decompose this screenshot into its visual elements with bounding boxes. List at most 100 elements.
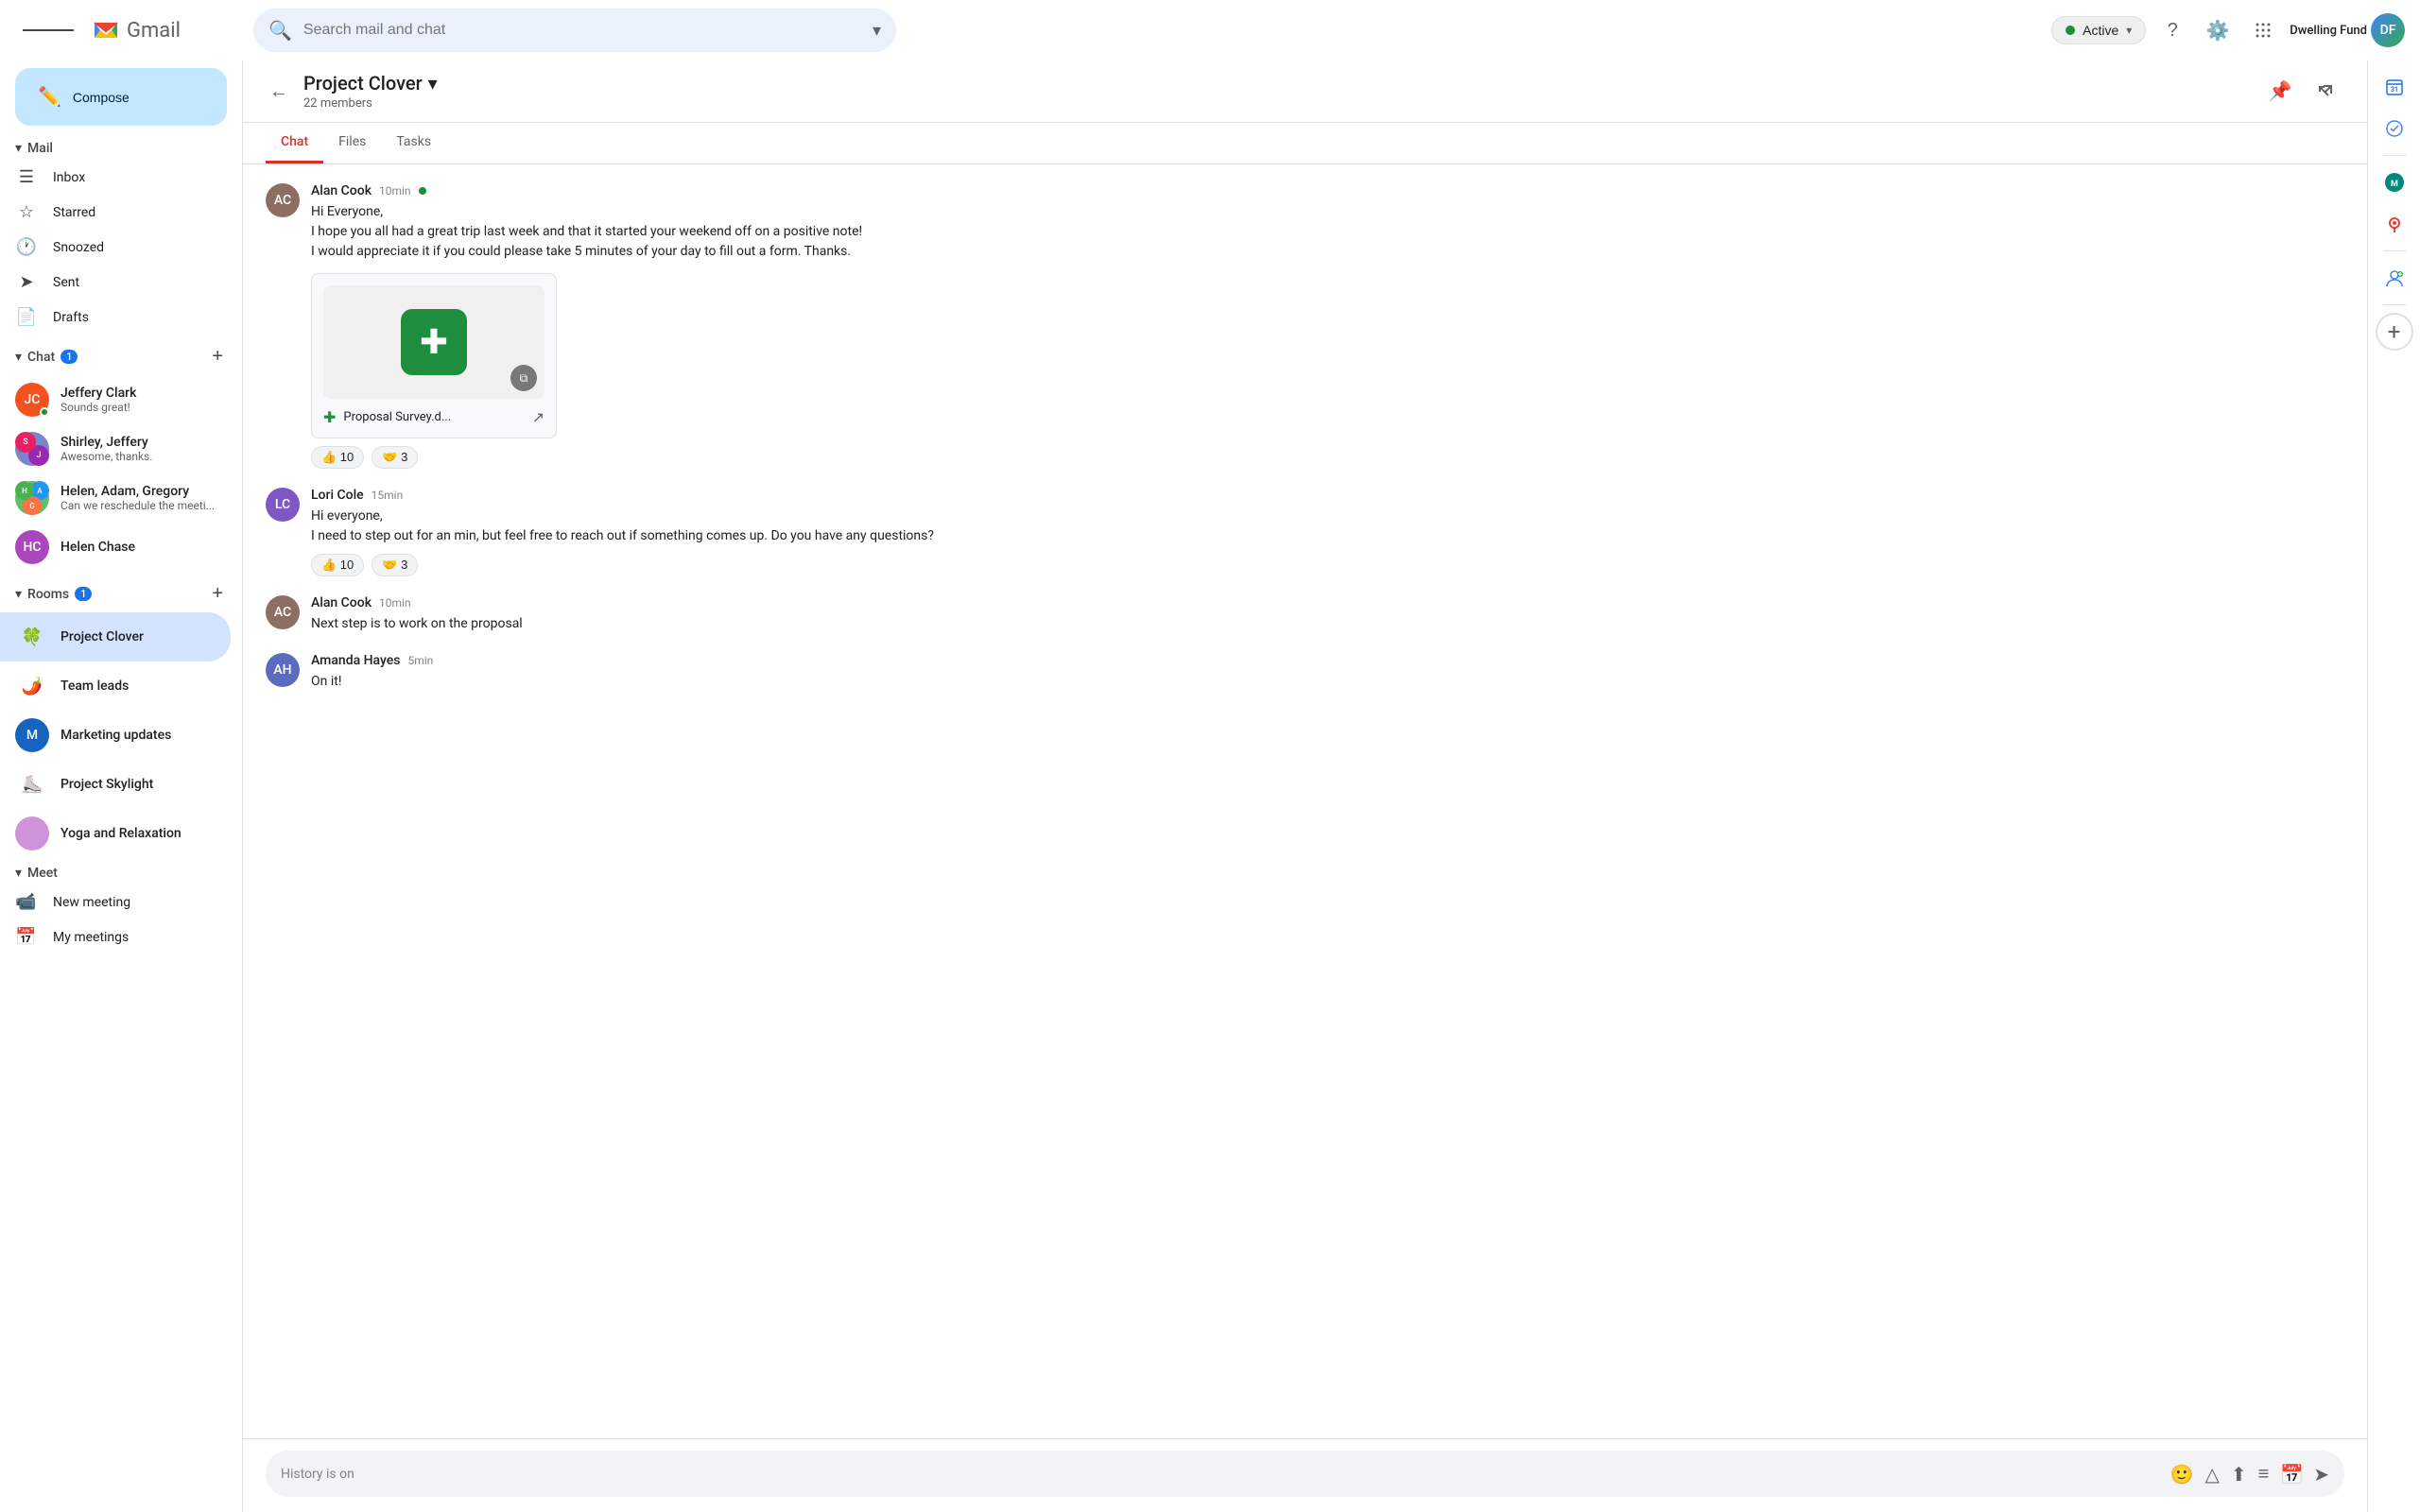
active-status-button[interactable]: Active ▾ — [2051, 16, 2146, 44]
reaction-thumbsup-2[interactable]: 👍 10 — [311, 554, 364, 576]
file-copy-icon: ⧉ — [510, 365, 537, 391]
meet-button[interactable]: 📅 — [2278, 1461, 2306, 1487]
sidebar-item-starred[interactable]: ☆ Starred — [0, 195, 231, 230]
drafts-label: Drafts — [53, 310, 89, 325]
file-info: ✚ Proposal Survey.d... ↗ — [323, 408, 544, 426]
dwelling-fund-label: Dwelling Fund — [2290, 24, 2367, 38]
upload-button[interactable]: ⬆ — [2229, 1461, 2249, 1487]
drive-button[interactable]: △ — [2204, 1461, 2221, 1487]
account-info[interactable]: Dwelling Fund DF — [2290, 13, 2405, 47]
room-item-project-skylight[interactable]: ⛸️ Project Skylight — [0, 760, 231, 809]
jeffery-online-dot — [40, 407, 49, 417]
jeffery-name: Jeffery Clark — [60, 386, 216, 401]
message-3: AC Alan Cook 10min Next step is to work … — [266, 595, 2344, 634]
rooms-section-header[interactable]: ▾ Rooms 1 + — [0, 572, 242, 612]
message-3-content: Alan Cook 10min Next step is to work on … — [311, 595, 2344, 634]
room-item-marketing[interactable]: M Marketing updates — [0, 711, 231, 760]
tab-tasks[interactable]: Tasks — [381, 123, 446, 163]
pin-button[interactable]: 📌 — [2261, 73, 2299, 111]
reaction-thumbsup-1[interactable]: 👍 10 — [311, 446, 364, 469]
sidebar-item-my-meetings[interactable]: 📅 My meetings — [0, 919, 231, 954]
mail-section-header[interactable]: ▾ Mail — [0, 133, 242, 160]
search-dropdown-icon[interactable]: ▾ — [873, 21, 881, 41]
calendar-icon-right[interactable]: 31 — [2376, 68, 2413, 106]
reaction-handshake-2[interactable]: 🤝 3 — [372, 554, 418, 576]
google-maps-icon — [2384, 214, 2405, 234]
tab-chat[interactable]: Chat — [266, 123, 323, 163]
sidebar-item-drafts[interactable]: 📄 Drafts — [0, 300, 231, 335]
message-2-time: 15min — [372, 489, 404, 502]
open-in-new-button[interactable] — [2307, 73, 2344, 111]
message-1-reactions: 👍 10 🤝 3 — [311, 446, 2344, 469]
room-item-yoga[interactable]: Yoga and Relaxation — [0, 809, 231, 858]
chat-title[interactable]: Project Clover ▾ — [303, 72, 2250, 94]
helen-group-info: Helen, Adam, Gregory Can we reschedule t… — [60, 484, 216, 512]
chat-section-label: ▾ Chat 1 — [15, 350, 78, 365]
send-button[interactable]: ➤ — [2313, 1463, 2329, 1486]
message-1-header: Alan Cook 10min — [311, 183, 2344, 198]
room-item-team-leads[interactable]: 🌶️ Team leads — [0, 662, 231, 711]
room-item-project-clover[interactable]: 🍀 Project Clover — [0, 612, 231, 662]
sidebar-item-inbox[interactable]: ☰ Inbox — [0, 160, 231, 195]
message-3-time: 10min — [379, 596, 411, 610]
mail-section-label: ▾ Mail — [15, 141, 53, 156]
chat-tabs: Chat Files Tasks — [243, 123, 2367, 164]
tab-files[interactable]: Files — [323, 123, 381, 163]
marketing-icon: M — [15, 718, 49, 752]
chat-badge: 1 — [60, 350, 78, 364]
jeffery-info: Jeffery Clark Sounds great! — [60, 386, 216, 414]
compose-button[interactable]: ✏️ Compose — [15, 68, 227, 126]
sidebar-item-new-meeting[interactable]: 📹 New meeting — [0, 885, 231, 919]
contacts-icon-right[interactable] — [2376, 259, 2413, 297]
input-placeholder[interactable]: History is on — [281, 1467, 2161, 1482]
chat-item-helen-group[interactable]: H A G Helen, Adam, Gregory Can we resche… — [0, 473, 231, 523]
svg-text:M: M — [2391, 180, 2398, 189]
search-input[interactable] — [303, 22, 861, 39]
sidebar-item-snoozed[interactable]: 🕐 Snoozed — [0, 230, 231, 265]
form-icon: ✚ — [401, 309, 467, 375]
reaction-handshake-1[interactable]: 🤝 3 — [372, 446, 418, 469]
format-button[interactable]: ≡ — [2256, 1460, 2272, 1487]
sidebar-item-sent[interactable]: ➤ Sent — [0, 265, 231, 300]
message-2-header: Lori Cole 15min — [311, 488, 2344, 503]
main-chat-area: ← Project Clover ▾ 22 members 📌 — [242, 60, 2367, 1512]
chat-item-jeffery[interactable]: JC Jeffery Clark Sounds great! — [0, 375, 231, 424]
google-meet-icon-right[interactable]: M — [2376, 163, 2413, 201]
chat-item-shirley[interactable]: S J Shirley, Jeffery Awesome, thanks. — [0, 424, 231, 473]
back-button[interactable]: ← — [266, 76, 292, 107]
team-leads-icon: 🌶️ — [15, 669, 49, 703]
hamburger-menu[interactable] — [15, 19, 81, 42]
settings-button[interactable]: ⚙️ — [2199, 11, 2237, 49]
message-2-reactions: 👍 10 🤝 3 — [311, 554, 2344, 576]
maps-icon-right[interactable] — [2376, 205, 2413, 243]
rooms-expand-icon: ▾ — [15, 587, 22, 602]
right-sidebar-divider-2 — [2383, 250, 2406, 251]
chat-item-helen-chase[interactable]: HC Helen Chase — [0, 523, 231, 572]
meet-section-label: ▾ Meet — [15, 866, 58, 881]
new-meeting-label: New meeting — [53, 895, 130, 910]
message-4: AH Amanda Hayes 5min On it! — [266, 653, 2344, 692]
lori-cole-name: Lori Cole — [311, 488, 364, 503]
search-input-wrap[interactable]: 🔍 ▾ — [253, 9, 896, 52]
shirley-avatar: S J — [15, 432, 49, 466]
add-app-button[interactable]: + — [2376, 313, 2413, 351]
apps-button[interactable] — [2244, 11, 2282, 49]
inbox-icon: ☰ — [15, 167, 38, 187]
project-clover-name: Project Clover — [60, 629, 144, 644]
chat-title-text: Project Clover — [303, 72, 423, 94]
jeffery-preview: Sounds great! — [60, 401, 216, 414]
meet-section-header[interactable]: ▾ Meet — [0, 858, 242, 885]
emoji-button[interactable]: 🙂 — [2169, 1461, 2196, 1487]
add-room-button[interactable]: + — [208, 579, 227, 609]
message-4-text: On it! — [311, 672, 2344, 692]
chat-expand-icon: ▾ — [15, 350, 22, 365]
input-area: History is on 🙂 △ ⬆ ≡ 📅 ➤ — [243, 1438, 2367, 1512]
message-1-line2: I hope you all had a great trip last wee… — [311, 222, 2344, 242]
gmail-m-icon — [89, 13, 123, 47]
chat-section-header[interactable]: ▾ Chat 1 + — [0, 335, 242, 375]
message-1-line3: I would appreciate it if you could pleas… — [311, 242, 2344, 262]
add-chat-button[interactable]: + — [208, 342, 227, 371]
help-button[interactable]: ? — [2153, 11, 2191, 49]
file-open-button[interactable]: ↗ — [532, 408, 544, 426]
tasks-icon-right[interactable] — [2376, 110, 2413, 147]
